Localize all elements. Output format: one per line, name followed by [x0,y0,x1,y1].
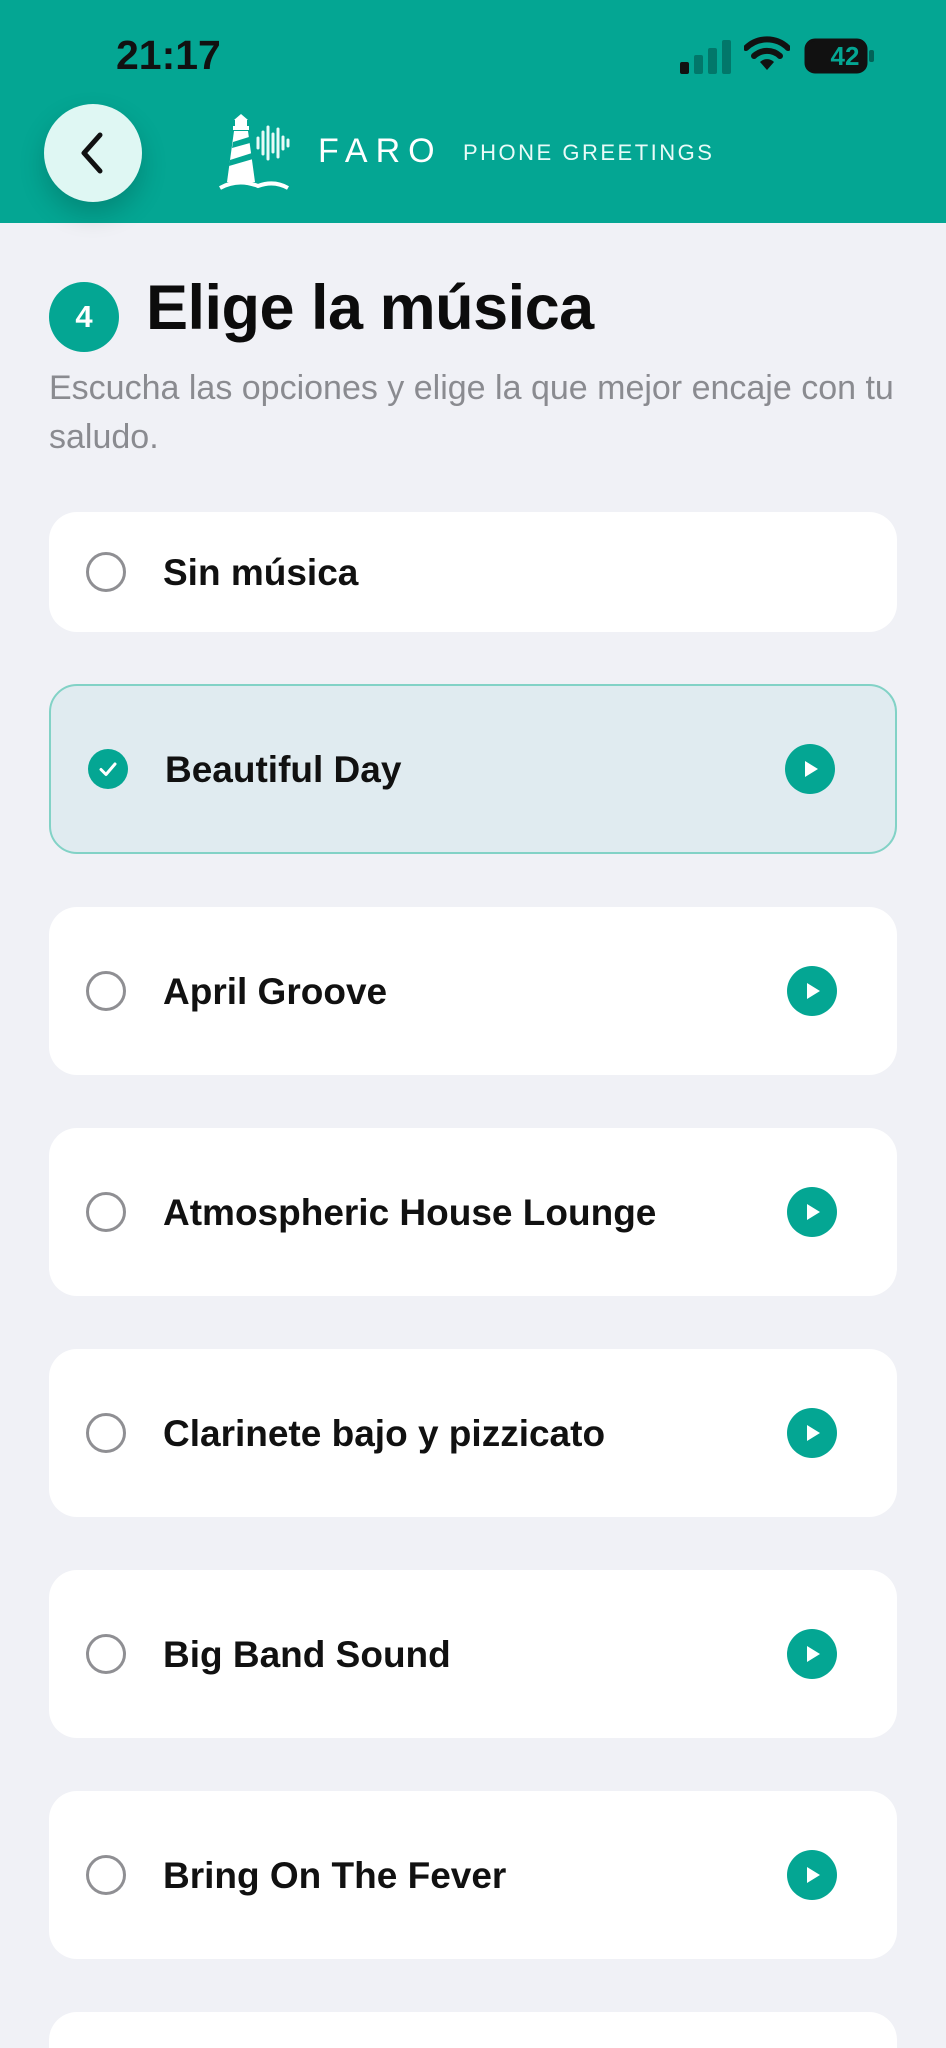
music-option-label: Clarinete bajo y pizzicato [163,1413,606,1454]
play-button[interactable] [787,1408,837,1458]
page-title: Elige la música [146,273,594,343]
check-icon [99,762,117,776]
page-subtitle: Escucha las opciones y elige la que mejo… [49,369,894,456]
radio-button[interactable] [86,1634,126,1674]
play-button[interactable] [787,1629,837,1679]
play-icon [807,983,820,999]
radio-button[interactable] [86,1192,126,1232]
music-option-clarinete-bajo-y-pizzicato[interactable]: Clarinete bajo y pizzicato [49,1349,897,1517]
radio-button[interactable] [86,552,126,592]
music-option-label: Beautiful Day [165,749,402,790]
music-option-beautiful-day[interactable]: Beautiful Day [49,684,897,854]
radio-button[interactable] [86,971,126,1011]
play-icon [805,761,818,777]
battery-level: 42 [830,41,860,71]
back-button[interactable] [44,104,142,202]
music-option-label: Atmospheric House Lounge [163,1192,657,1233]
music-option-partial[interactable] [49,2012,897,2048]
brand-name: FARO [318,132,443,170]
music-option-label: April Groove [163,971,388,1012]
play-icon [807,1204,820,1220]
music-option-bring-on-the-fever[interactable]: Bring On The Fever [49,1791,897,1959]
lighthouse-icon [219,114,290,190]
status-time: 21:17 [116,32,221,78]
radio-button[interactable] [86,1413,126,1453]
app-header: 21:17 42 FARO PHONE GREETINGS [0,0,946,223]
radio-button-checked[interactable] [88,749,128,789]
chevron-left-icon [81,132,103,174]
brand-tagline: PHONE GREETINGS [463,140,715,165]
cellular-signal-icon [680,40,731,74]
music-option-label: Sin música [163,552,359,593]
play-icon [807,1425,820,1441]
play-button[interactable] [787,966,837,1016]
radio-button[interactable] [86,1855,126,1895]
play-icon [807,1646,820,1662]
music-option-label: Bring On The Fever [163,1855,507,1896]
play-button[interactable] [787,1850,837,1900]
play-button[interactable] [785,744,835,794]
music-option-sin-musica[interactable]: Sin música [49,512,897,632]
music-option-label: Big Band Sound [163,1634,451,1675]
step-number-badge: 4 [49,282,119,352]
wifi-icon [744,36,790,70]
music-option-big-band-sound[interactable]: Big Band Sound [49,1570,897,1738]
music-option-april-groove[interactable]: April Groove [49,907,897,1075]
play-button[interactable] [787,1187,837,1237]
music-option-atmospheric-house-lounge[interactable]: Atmospheric House Lounge [49,1128,897,1296]
play-icon [807,1867,820,1883]
